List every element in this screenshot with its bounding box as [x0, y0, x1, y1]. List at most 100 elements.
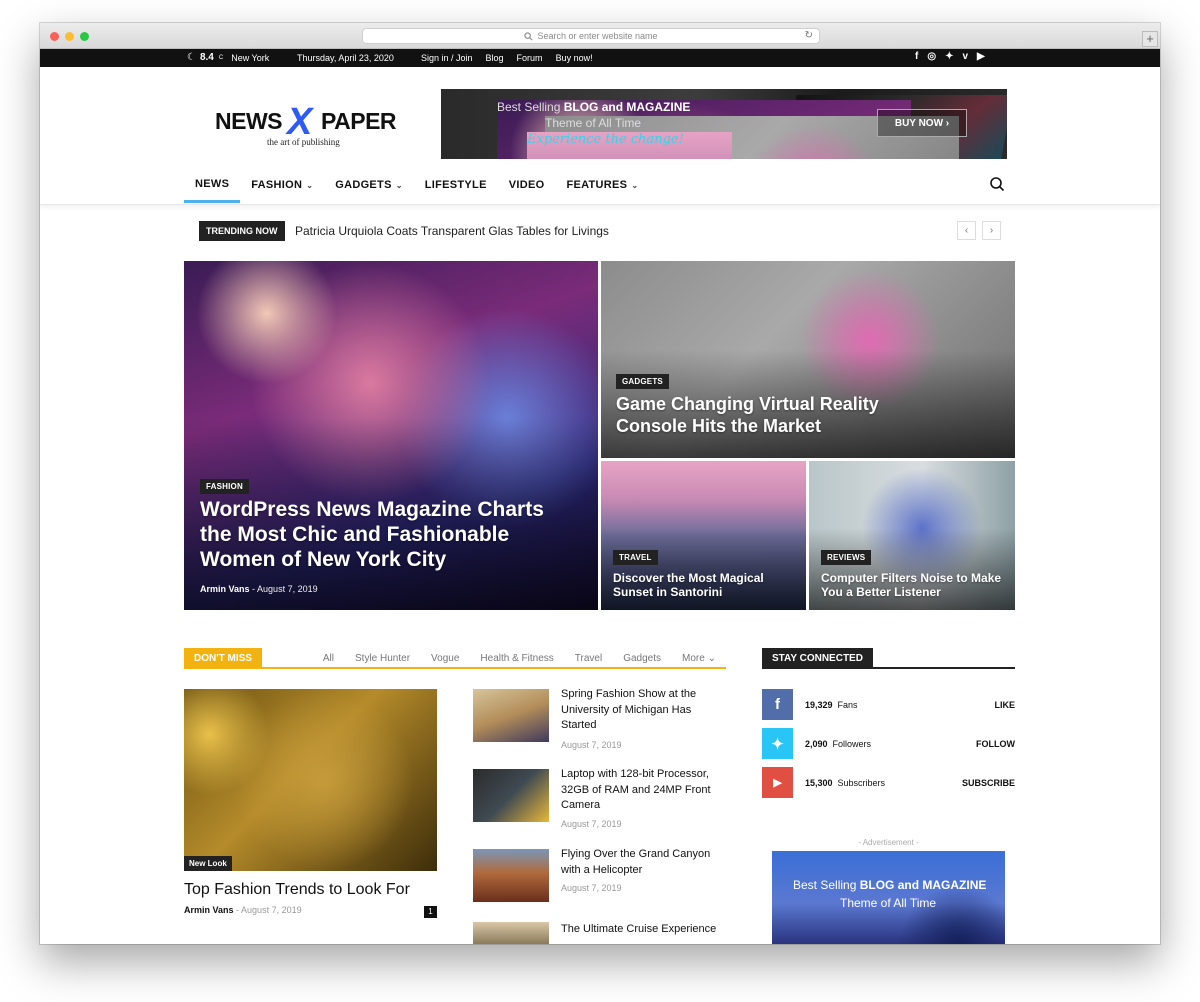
author-name[interactable]: Armin Vans — [200, 584, 250, 594]
trending-arrows: ‹ › — [957, 221, 1001, 240]
category-badge[interactable]: TRAVEL — [613, 550, 658, 565]
nav-item-video[interactable]: VIDEO — [498, 167, 556, 203]
list-item-title[interactable]: The Ultimate Cruise Experience — [561, 922, 729, 938]
hero-main-title[interactable]: WordPress News Magazine Charts the Most … — [200, 497, 560, 573]
dont-miss-featured-meta: Armin Vans - August 7, 2019 — [184, 905, 302, 915]
logo-word-paper: PAPER — [321, 108, 397, 134]
site-header: NEWS X PAPER the art of publishing Best … — [40, 67, 1160, 167]
header-banner-ad[interactable]: Best Selling BLOG and MAGAZINE Theme of … — [441, 89, 1007, 159]
search-icon[interactable] — [989, 176, 1005, 192]
tab-more[interactable]: More ⌄ — [682, 653, 716, 664]
search-icon — [524, 31, 533, 40]
facebook-icon[interactable]: f — [762, 689, 793, 720]
list-item-date: August 7, 2019 — [561, 740, 622, 750]
sidebar-ad-banner[interactable]: Best Selling BLOG and MAGAZINE Theme of … — [772, 851, 1005, 944]
advertisement-label: - Advertisement - — [858, 838, 919, 847]
category-badge[interactable]: New Look — [184, 856, 232, 871]
follow-button[interactable]: FOLLOW — [976, 739, 1015, 749]
hero-bottom-left-title[interactable]: Discover the Most Magical Sunset in Sant… — [613, 571, 793, 600]
sign-in-link[interactable]: Sign in / Join — [421, 53, 473, 63]
tab-health-fitness[interactable]: Health & Fitness — [480, 653, 553, 664]
address-bar[interactable]: Search or enter website name ↻ — [362, 28, 820, 44]
tab-travel[interactable]: Travel — [575, 653, 602, 664]
buy-now-link[interactable]: Buy now! — [556, 53, 593, 63]
subscribe-button[interactable]: SUBSCRIBE — [962, 778, 1015, 788]
category-badge[interactable]: FASHION — [200, 479, 249, 494]
instagram-icon[interactable]: ◎ — [927, 51, 936, 62]
twitter-label: Followers — [832, 738, 872, 749]
list-item-date: August 7, 2019 — [561, 883, 622, 893]
forum-link[interactable]: Forum — [517, 53, 543, 63]
facebook-label: Fans — [837, 699, 858, 710]
list-item-date: August 7, 2019 — [561, 819, 622, 829]
twitter-icon[interactable]: ✦ — [762, 728, 793, 759]
main-nav: NEWS FASHION ⌄ GADGETS ⌄ LIFESTYLE VIDEO F… — [40, 167, 1160, 205]
social-links: f ◎ ✦ v ▶ — [915, 51, 985, 62]
author-name[interactable]: Armin Vans — [184, 905, 234, 915]
article-thumbnail[interactable] — [473, 849, 549, 902]
chevron-down-icon: ⌄ — [631, 180, 639, 190]
banner-line-3: Experience the change! — [527, 132, 732, 159]
dont-miss-featured-image[interactable]: New Look — [184, 689, 437, 871]
top-links: Sign in / Join Blog Forum Buy now! — [421, 53, 593, 63]
hero-top-right-article[interactable]: GADGETS Game Changing Virtual Reality Co… — [601, 261, 1015, 458]
blog-link[interactable]: Blog — [486, 53, 504, 63]
nav-item-features[interactable]: FEATURES ⌄ — [555, 167, 649, 203]
nav-item-news[interactable]: NEWS — [184, 167, 241, 203]
list-item-title[interactable]: Flying Over the Grand Canyon with a Heli… — [561, 847, 729, 878]
ad-line-1: Best Selling BLOG and MAGAZINE — [793, 878, 987, 892]
hero-bottom-left-article[interactable]: TRAVEL Discover the Most Magical Sunset … — [601, 461, 806, 610]
stay-connected-badge: STAY CONNECTED — [762, 648, 873, 669]
logo-tagline: the art of publishing — [267, 137, 340, 147]
site-logo[interactable]: NEWS X PAPER the art of publishing — [215, 101, 410, 155]
social-counter-facebook[interactable]: f 19,329 Fans LIKE — [762, 689, 1015, 720]
weather-city: New York — [231, 52, 270, 63]
close-window-button[interactable] — [50, 32, 59, 41]
hero-bottom-right-title[interactable]: Computer Filters Noise to Make You a Bet… — [821, 571, 1007, 600]
dont-miss-featured-title[interactable]: Top Fashion Trends to Look For — [184, 881, 410, 899]
logo-word-news: NEWS — [215, 108, 283, 134]
facebook-icon[interactable]: f — [915, 51, 918, 62]
nav-item-fashion[interactable]: FASHION ⌄ — [240, 167, 324, 203]
window-controls — [50, 32, 89, 41]
dont-miss-header: DON'T MISS All Style Hunter Vogue Health… — [184, 648, 726, 669]
hero-main-article[interactable]: FASHION WordPress News Magazine Charts t… — [184, 261, 598, 610]
prev-arrow-button[interactable]: ‹ — [957, 221, 976, 240]
twitter-icon[interactable]: ✦ — [945, 51, 953, 62]
social-counter-youtube[interactable]: ▶ 15,300 Subscribers SUBSCRIBE — [762, 767, 1015, 798]
tab-vogue[interactable]: Vogue — [431, 653, 459, 664]
zoom-window-button[interactable] — [80, 32, 89, 41]
weather-widget: ☾ 8.4 C New York — [187, 52, 269, 63]
category-badge[interactable]: GADGETS — [616, 374, 669, 389]
twitter-count: 2,090 — [805, 738, 828, 749]
reload-icon[interactable]: ↻ — [805, 30, 813, 41]
comment-count-badge[interactable]: 1 — [424, 906, 437, 918]
tab-gadgets[interactable]: Gadgets — [623, 653, 661, 664]
social-counter-twitter[interactable]: ✦ 2,090 Followers FOLLOW — [762, 728, 1015, 759]
youtube-icon[interactable]: ▶ — [977, 51, 985, 62]
vimeo-icon[interactable]: v — [962, 51, 968, 62]
like-button[interactable]: LIKE — [994, 700, 1015, 710]
article-thumbnail[interactable] — [473, 922, 549, 944]
tab-all[interactable]: All — [323, 653, 334, 664]
article-thumbnail[interactable] — [473, 689, 549, 742]
moon-icon: ☾ — [187, 52, 196, 63]
ad-line-2: Theme of All Time — [840, 896, 937, 910]
youtube-icon[interactable]: ▶ — [762, 767, 793, 798]
tab-style-hunter[interactable]: Style Hunter — [355, 653, 410, 664]
trending-headline[interactable]: Patricia Urquiola Coats Transparent Glas… — [295, 224, 609, 238]
category-badge[interactable]: REVIEWS — [821, 550, 872, 565]
facebook-count: 19,329 — [805, 699, 833, 710]
hero-bottom-right-article[interactable]: REVIEWS Computer Filters Noise to Make Y… — [809, 461, 1015, 610]
article-thumbnail[interactable] — [473, 769, 549, 822]
nav-item-lifestyle[interactable]: LIFESTYLE — [414, 167, 498, 203]
nav-item-gadgets[interactable]: GADGETS ⌄ — [324, 167, 414, 203]
new-tab-button[interactable]: + — [1142, 31, 1158, 47]
list-item-title[interactable]: Spring Fashion Show at the University of… — [561, 687, 729, 734]
banner-buy-now-button[interactable]: BUY NOW › — [877, 109, 967, 137]
next-arrow-button[interactable]: › — [982, 221, 1001, 240]
list-item-title[interactable]: Laptop with 128-bit Processor, 32GB of R… — [561, 767, 729, 814]
hero-top-right-title[interactable]: Game Changing Virtual Reality Console Hi… — [616, 394, 916, 437]
top-bar: ☾ 8.4 C New York Thursday, April 23, 2020… — [40, 49, 1160, 67]
minimize-window-button[interactable] — [65, 32, 74, 41]
